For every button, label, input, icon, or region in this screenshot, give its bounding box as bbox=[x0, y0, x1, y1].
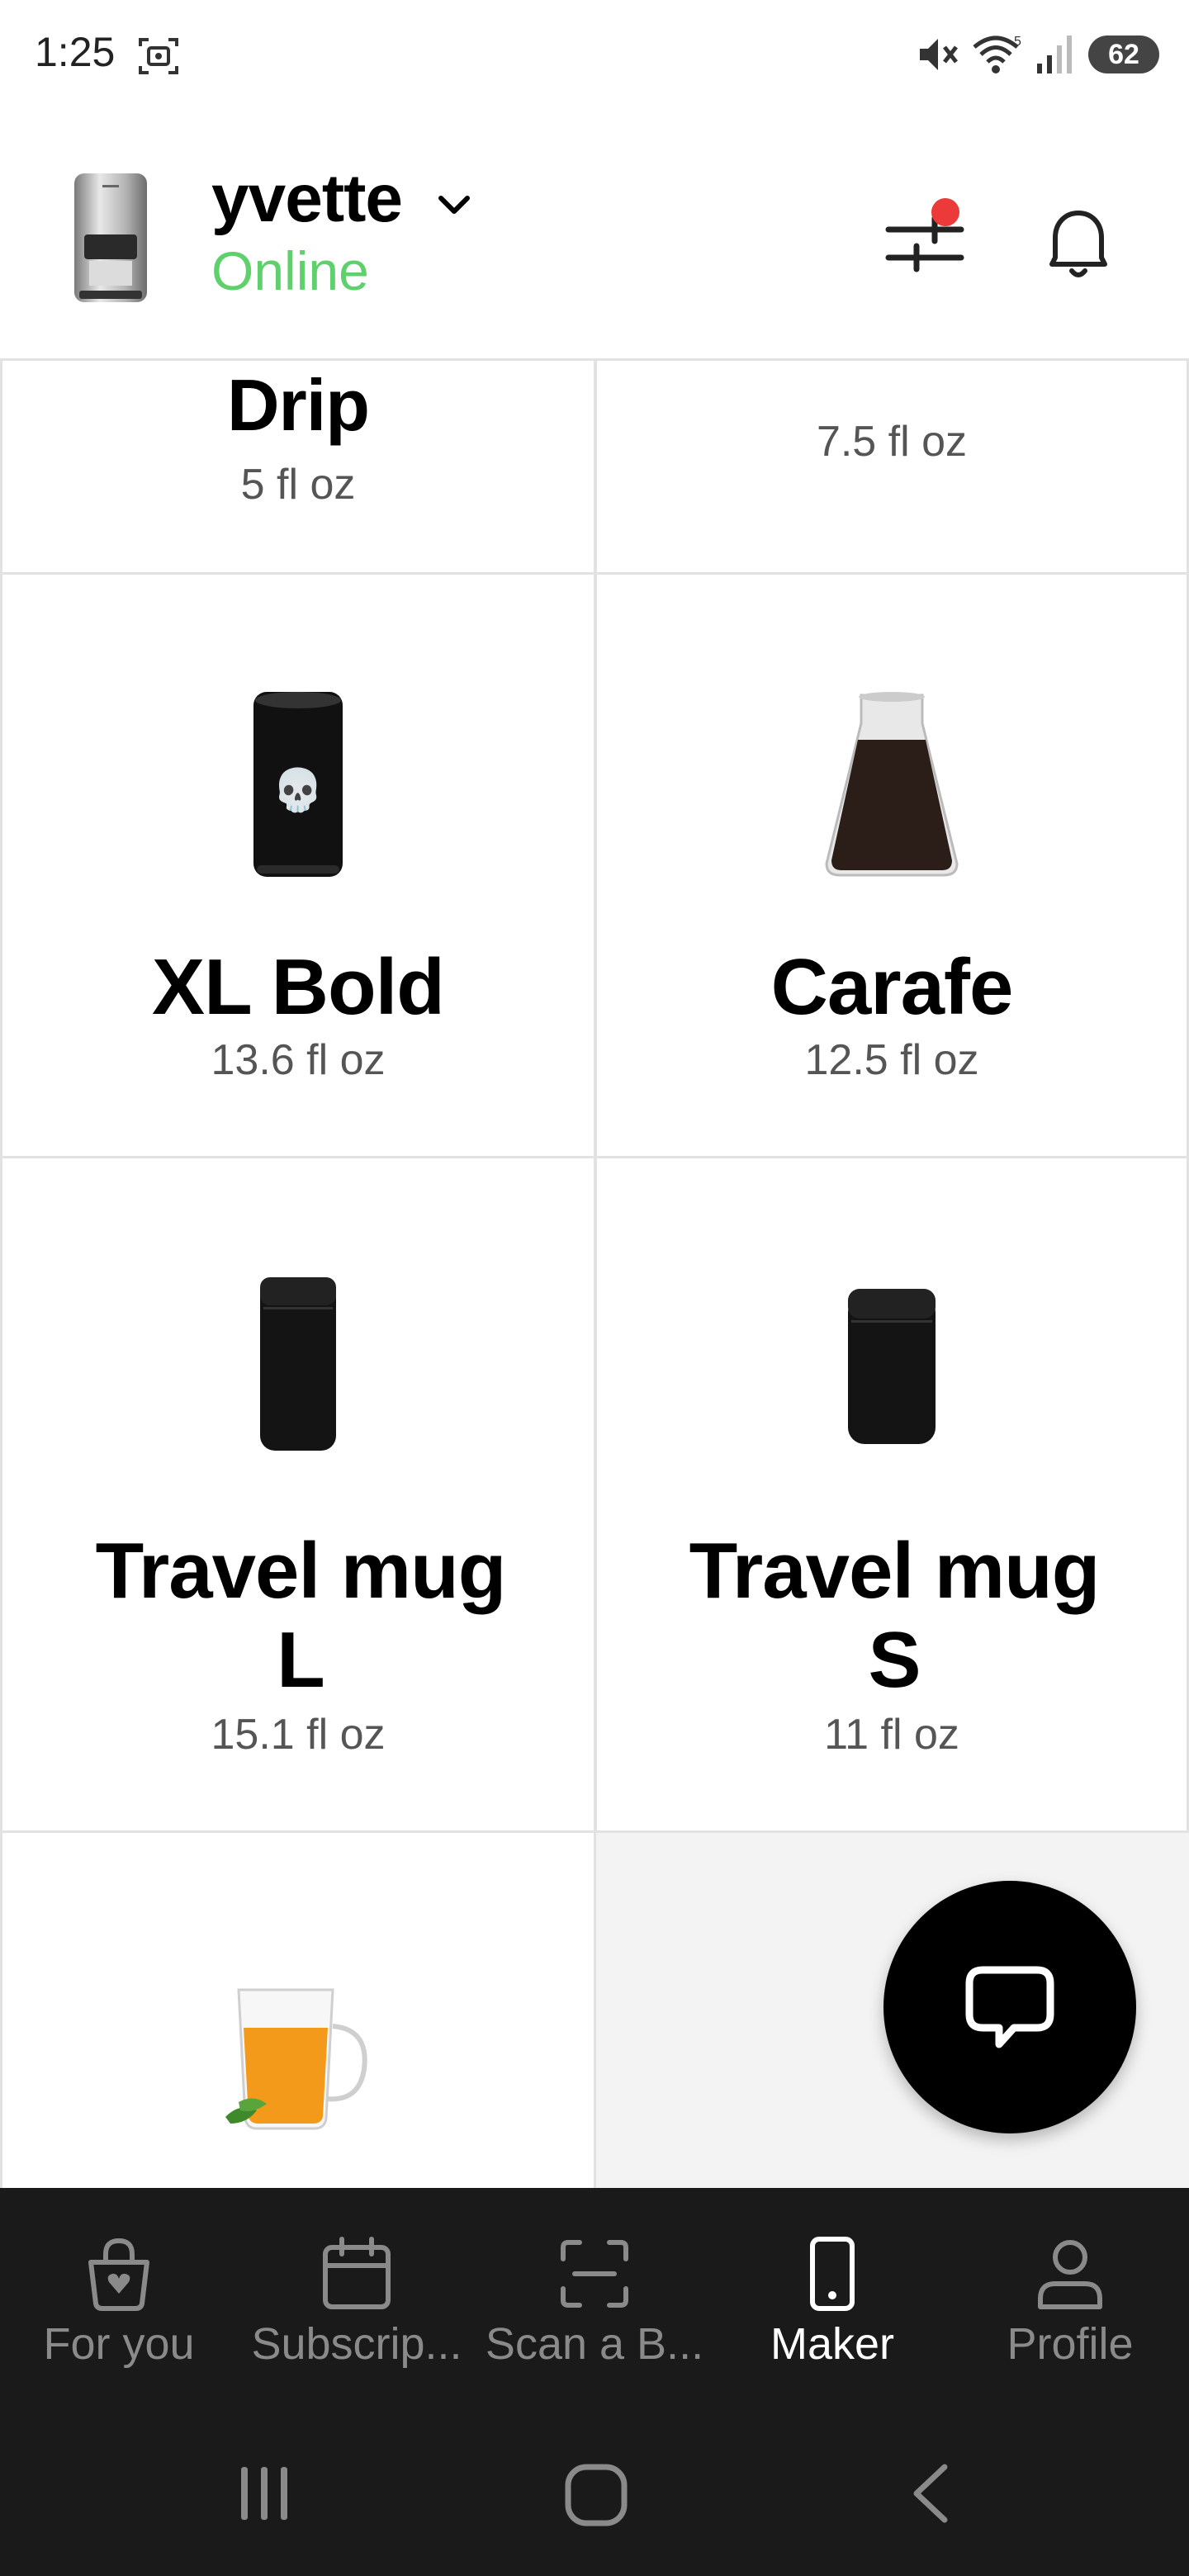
notification-dot bbox=[931, 198, 959, 226]
drink-size: 12.5 fl oz bbox=[804, 1036, 979, 1084]
calendar-icon bbox=[323, 2237, 391, 2309]
nav-label: Scan a B... bbox=[485, 2319, 704, 2369]
wifi-icon: 5 bbox=[973, 35, 1021, 73]
battery-indicator: 62 bbox=[1088, 36, 1159, 73]
drink-size: 7.5 fl oz bbox=[816, 418, 968, 466]
drink-name: Drip bbox=[227, 364, 370, 446]
drink-card-drip[interactable]: Drip 5 fl oz bbox=[0, 358, 596, 575]
travel-mug-small-icon bbox=[848, 1289, 936, 1444]
drink-size: 13.6 fl oz bbox=[211, 1036, 386, 1084]
drink-size: 5 fl oz bbox=[240, 461, 356, 509]
phone-icon bbox=[810, 2237, 855, 2311]
drink-name: Travel mug L bbox=[95, 1527, 507, 1704]
recent-apps-icon[interactable] bbox=[231, 2460, 297, 2526]
drink-card-carafe[interactable]: Carafe 12.5 fl oz bbox=[594, 572, 1189, 1158]
drink-size: 15.1 fl oz bbox=[211, 1711, 386, 1759]
drink-card-travel-mug-s[interactable]: Travel mug S 11 fl oz bbox=[594, 1156, 1189, 1833]
svg-text:5: 5 bbox=[1014, 35, 1021, 49]
chevron-down-icon[interactable] bbox=[431, 182, 477, 228]
tea-glass-icon bbox=[225, 1988, 367, 2130]
travel-mug-large-icon bbox=[260, 1277, 336, 1451]
bottom-navigation: For you Subscrip... Scan a B... Maker Pr… bbox=[0, 2188, 1189, 2436]
coffee-maker-image[interactable] bbox=[69, 168, 152, 307]
nav-label: Profile bbox=[1007, 2319, 1134, 2369]
carafe-icon bbox=[825, 692, 959, 877]
nav-item-for-you[interactable]: For you bbox=[0, 2204, 238, 2419]
nav-label: Maker bbox=[770, 2319, 895, 2369]
scan-icon bbox=[561, 2240, 628, 2308]
drink-card-tea[interactable] bbox=[0, 1830, 596, 2210]
status-icons: 5 62 bbox=[915, 30, 1159, 79]
status-bar: 1:25 5 62 bbox=[0, 0, 1189, 109]
drink-name: Carafe bbox=[770, 943, 1014, 1031]
mute-icon bbox=[920, 39, 958, 70]
app-header: yvette Online bbox=[0, 109, 1189, 376]
bell-icon[interactable] bbox=[1027, 192, 1130, 294]
drink-card-unnamed[interactable]: 7.5 fl oz bbox=[594, 358, 1189, 575]
chat-button[interactable] bbox=[883, 1881, 1136, 2133]
status-time: 1:25 bbox=[35, 29, 116, 75]
signal-icon bbox=[1037, 36, 1072, 73]
maker-status: Online bbox=[211, 240, 369, 301]
drink-name: Travel mug S bbox=[689, 1527, 1101, 1704]
drink-size: 11 fl oz bbox=[824, 1711, 959, 1759]
drink-card-xl-bold[interactable]: 💀 XL Bold 13.6 fl oz bbox=[0, 572, 596, 1158]
nav-label: Subscrip... bbox=[251, 2319, 462, 2369]
bag-heart-icon bbox=[88, 2237, 149, 2311]
maker-name[interactable]: yvette bbox=[211, 160, 403, 238]
chat-bubble-icon bbox=[965, 1966, 1054, 2048]
black-cup-skull-icon: 💀 bbox=[253, 692, 343, 877]
nav-item-subscriptions[interactable]: Subscrip... bbox=[238, 2204, 476, 2419]
drink-card-travel-mug-l[interactable]: Travel mug L 15.1 fl oz bbox=[0, 1156, 596, 1833]
nav-label: For you bbox=[43, 2319, 195, 2369]
person-icon bbox=[1038, 2240, 1102, 2309]
nav-item-maker[interactable]: Maker bbox=[713, 2204, 951, 2419]
home-icon[interactable] bbox=[561, 2460, 631, 2530]
svg-text:💀: 💀 bbox=[272, 766, 324, 814]
system-navigation-bar bbox=[0, 2436, 1189, 2576]
back-icon[interactable] bbox=[900, 2460, 966, 2526]
settings-sliders-icon[interactable] bbox=[875, 192, 978, 294]
nav-item-scan[interactable]: Scan a B... bbox=[476, 2204, 713, 2419]
drink-name: XL Bold bbox=[152, 943, 445, 1031]
screenshot-icon bbox=[139, 38, 178, 74]
nav-item-profile[interactable]: Profile bbox=[951, 2204, 1189, 2419]
